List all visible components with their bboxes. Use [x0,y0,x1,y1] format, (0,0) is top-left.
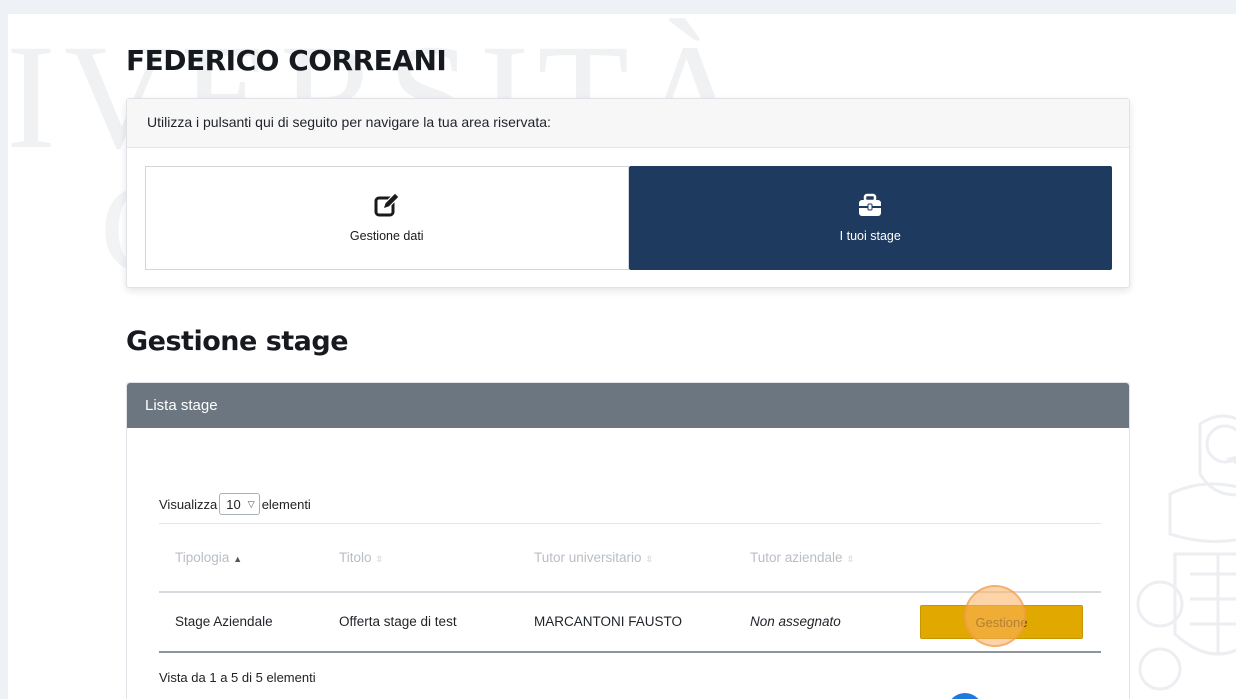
sort-icon: ⇳ [375,553,384,564]
cell-titolo: Offerta stage di test [339,614,457,629]
sort-icon: ⇳ [645,553,654,564]
gestione-dati-button[interactable]: Gestione dati [145,166,629,270]
length-select[interactable]: 10 ▽ [219,493,260,515]
cell-tutor-aziendale: Non assegnato [750,614,841,629]
sort-ascending-icon: ▲ [233,553,243,564]
edit-icon [374,193,400,217]
tuoi-stage-label: I tuoi stage [839,229,901,243]
navigation-buttons: Gestione dati I tuoi stage [145,166,1112,270]
cell-tutor-universitario: MARCANTONI FAUSTO [534,614,683,629]
length-value: 10 [226,496,241,512]
crest-watermark-icon [1136,414,1236,691]
table-info: Vista da 1 a 5 di 5 elementi [159,670,316,685]
table-header-row: Tipologia ▲ Titolo ⇳ Tutor universitario ⇳ … [159,523,1101,592]
length-prefix: Visualizza [159,496,218,512]
table-length-control: Visualizza 10 ▽ elementi [159,493,311,515]
column-header-actions [904,524,1101,592]
gestione-dati-label: Gestione dati [349,229,424,243]
table-row: Stage Aziendale Offerta stage di test MA… [159,592,1101,652]
section-title: Gestione stage [126,326,349,357]
stage-list-header: Lista stage [127,383,1129,428]
column-header-tipologia[interactable]: Tipologia ▲ [159,524,323,592]
gestione-button[interactable]: Gestione [920,604,1083,639]
user-name-title: FEDERICO CORREANI [126,44,447,77]
column-header-tutor-universitario[interactable]: Tutor universitario ⇳ [518,524,734,592]
sort-icon: ⇳ [846,553,855,564]
tuoi-stage-button[interactable]: I tuoi stage [628,166,1112,270]
navigation-card: Utilizza i pulsanti qui di seguito per n… [126,98,1130,288]
briefcase-icon [859,193,882,216]
pagination-current-page[interactable] [947,693,983,699]
column-header-tutor-aziendale[interactable]: Tutor aziendale ⇳ [734,524,904,592]
length-suffix: elementi [261,496,311,512]
cell-actions: Gestione [904,592,1101,652]
column-header-titolo[interactable]: Titolo ⇳ [323,524,518,592]
stage-table: Tipologia ▲ Titolo ⇳ Tutor universitario ⇳ … [159,523,1101,653]
chevron-down-icon: ▽ [247,498,255,509]
cell-tipologia: Stage Aziendale [175,614,273,629]
page: IVERSITÀ C FEDERICO CORREANI Utilizza i … [8,14,1236,699]
stage-list-card: Lista stage Visualizza 10 ▽ elementi Tip… [126,382,1130,699]
navigation-instruction: Utilizza i pulsanti qui di seguito per n… [127,99,1129,148]
